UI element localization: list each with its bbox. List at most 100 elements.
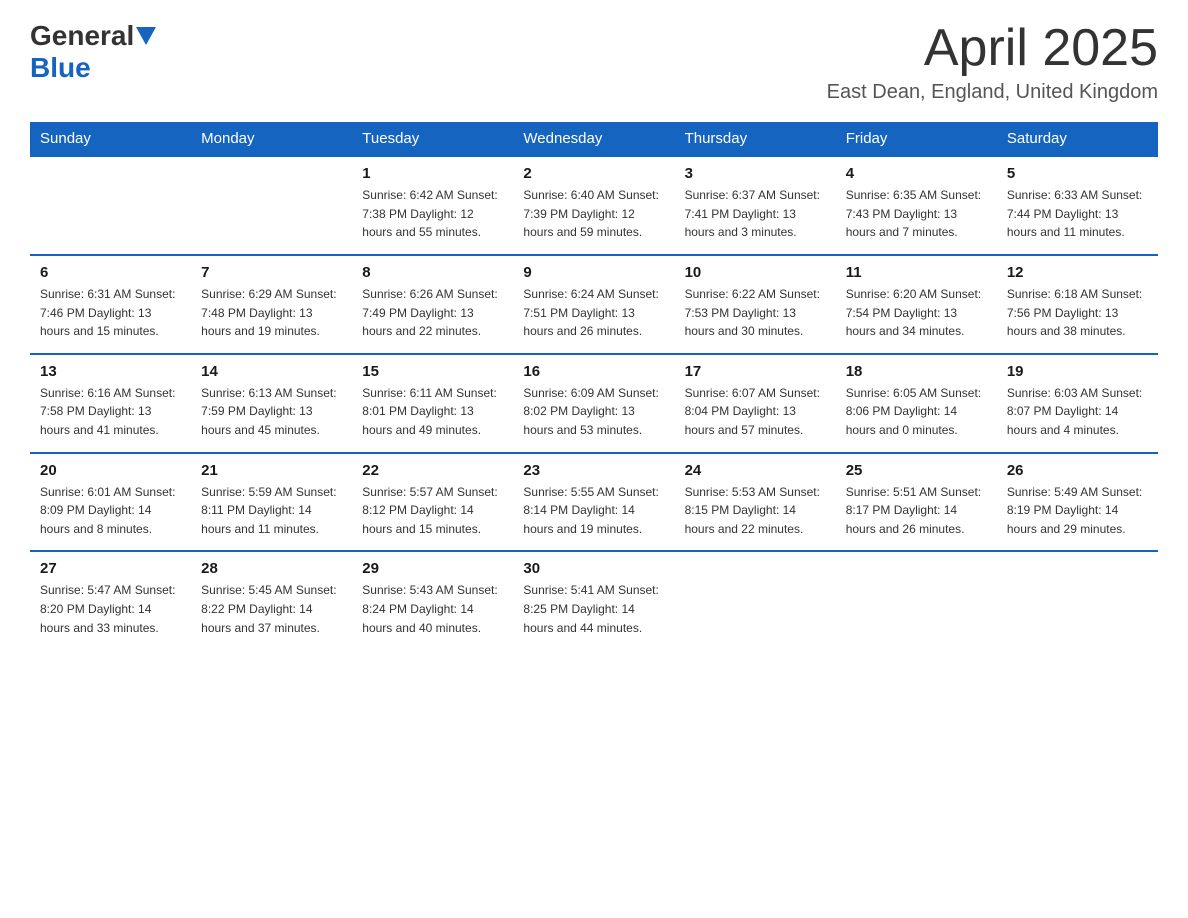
day-info: Sunrise: 6:03 AM Sunset: 8:07 PM Dayligh…: [1007, 384, 1148, 440]
day-number: 15: [362, 363, 503, 380]
calendar-cell: 27 Sunrise: 5:47 AM Sunset: 8:20 PM Dayli…: [30, 551, 191, 649]
calendar-cell: 29 Sunrise: 5:43 AM Sunset: 8:24 PM Dayli…: [352, 551, 513, 649]
day-info: Sunrise: 6:31 AM Sunset: 7:46 PM Dayligh…: [40, 285, 181, 341]
weekday-header-friday: Friday: [836, 122, 997, 156]
day-number: 6: [40, 264, 181, 281]
weekday-row: SundayMondayTuesdayWednesdayThursdayFrid…: [30, 122, 1158, 156]
week-row-4: 20 Sunrise: 6:01 AM Sunset: 8:09 PM Dayli…: [30, 453, 1158, 552]
day-info: Sunrise: 6:35 AM Sunset: 7:43 PM Dayligh…: [846, 186, 987, 242]
calendar-cell: 14Sunrise: 6:13 AM Sunset: 7:59 PM Dayli…: [191, 354, 352, 453]
day-info: Sunrise: 6:40 AM Sunset: 7:39 PM Dayligh…: [523, 186, 664, 242]
day-number: 24: [685, 462, 826, 479]
calendar-cell: [675, 551, 836, 649]
calendar-cell: 24 Sunrise: 5:53 AM Sunset: 8:15 PM Dayli…: [675, 453, 836, 552]
day-info: Sunrise: 5:59 AM Sunset: 8:11 PM Dayligh…: [201, 483, 342, 539]
day-number: 29: [362, 560, 503, 577]
day-number: 27: [40, 560, 181, 577]
day-number: 14: [201, 363, 342, 380]
day-info: Sunrise: 6:42 AM Sunset: 7:38 PM Dayligh…: [362, 186, 503, 242]
day-number: 23: [523, 462, 664, 479]
calendar-cell: 15 Sunrise: 6:11 AM Sunset: 8:01 PM Dayli…: [352, 354, 513, 453]
week-row-2: 6 Sunrise: 6:31 AM Sunset: 7:46 PM Daylig…: [30, 255, 1158, 354]
day-number: 3: [685, 165, 826, 182]
logo-general-text: General: [30, 20, 134, 52]
header: General Blue April 2025 East Dean, Engla…: [30, 20, 1158, 104]
day-number: 11: [846, 264, 987, 281]
calendar-cell: 25 Sunrise: 5:51 AM Sunset: 8:17 PM Dayli…: [836, 453, 997, 552]
day-number: 18: [846, 363, 987, 380]
day-info: Sunrise: 6:33 AM Sunset: 7:44 PM Dayligh…: [1007, 186, 1148, 242]
day-info: Sunrise: 6:16 AM Sunset: 7:58 PM Dayligh…: [40, 384, 181, 440]
weekday-header-saturday: Saturday: [997, 122, 1158, 156]
day-number: 5: [1007, 165, 1148, 182]
day-info: Sunrise: 6:26 AM Sunset: 7:49 PM Dayligh…: [362, 285, 503, 341]
day-info: Sunrise: 6:24 AM Sunset: 7:51 PM Dayligh…: [523, 285, 664, 341]
day-number: 12: [1007, 264, 1148, 281]
calendar-cell: 10Sunrise: 6:22 AM Sunset: 7:53 PM Dayli…: [675, 255, 836, 354]
calendar-cell: 19 Sunrise: 6:03 AM Sunset: 8:07 PM Dayli…: [997, 354, 1158, 453]
day-number: 4: [846, 165, 987, 182]
day-info: Sunrise: 6:29 AM Sunset: 7:48 PM Dayligh…: [201, 285, 342, 341]
calendar-cell: 2 Sunrise: 6:40 AM Sunset: 7:39 PM Daylig…: [513, 156, 674, 255]
day-info: Sunrise: 5:47 AM Sunset: 8:20 PM Dayligh…: [40, 581, 181, 637]
day-info: Sunrise: 6:22 AM Sunset: 7:53 PM Dayligh…: [685, 285, 826, 341]
calendar-header: SundayMondayTuesdayWednesdayThursdayFrid…: [30, 122, 1158, 156]
calendar-cell: 8 Sunrise: 6:26 AM Sunset: 7:49 PM Daylig…: [352, 255, 513, 354]
calendar-cell: 5 Sunrise: 6:33 AM Sunset: 7:44 PM Daylig…: [997, 156, 1158, 255]
day-number: 26: [1007, 462, 1148, 479]
calendar-cell: 4 Sunrise: 6:35 AM Sunset: 7:43 PM Daylig…: [836, 156, 997, 255]
weekday-header-monday: Monday: [191, 122, 352, 156]
logo: General Blue: [30, 20, 158, 84]
subtitle: East Dean, England, United Kingdom: [827, 81, 1158, 104]
day-number: 2: [523, 165, 664, 182]
day-number: 17: [685, 363, 826, 380]
logo-blue-text: Blue: [30, 52, 91, 84]
day-info: Sunrise: 5:55 AM Sunset: 8:14 PM Dayligh…: [523, 483, 664, 539]
calendar-cell: 30Sunrise: 5:41 AM Sunset: 8:25 PM Dayli…: [513, 551, 674, 649]
calendar-cell: [191, 156, 352, 255]
calendar-cell: 21Sunrise: 5:59 AM Sunset: 8:11 PM Dayli…: [191, 453, 352, 552]
day-info: Sunrise: 6:11 AM Sunset: 8:01 PM Dayligh…: [362, 384, 503, 440]
day-info: Sunrise: 6:05 AM Sunset: 8:06 PM Dayligh…: [846, 384, 987, 440]
week-row-3: 13 Sunrise: 6:16 AM Sunset: 7:58 PM Dayli…: [30, 354, 1158, 453]
calendar-cell: 9 Sunrise: 6:24 AM Sunset: 7:51 PM Daylig…: [513, 255, 674, 354]
week-row-5: 27 Sunrise: 5:47 AM Sunset: 8:20 PM Dayli…: [30, 551, 1158, 649]
logo-triangle-icon: [136, 27, 156, 45]
calendar-cell: 13 Sunrise: 6:16 AM Sunset: 7:58 PM Dayli…: [30, 354, 191, 453]
calendar-cell: 7Sunrise: 6:29 AM Sunset: 7:48 PM Daylig…: [191, 255, 352, 354]
day-number: 1: [362, 165, 503, 182]
day-info: Sunrise: 5:53 AM Sunset: 8:15 PM Dayligh…: [685, 483, 826, 539]
day-number: 13: [40, 363, 181, 380]
day-number: 20: [40, 462, 181, 479]
day-number: 9: [523, 264, 664, 281]
weekday-header-sunday: Sunday: [30, 122, 191, 156]
calendar-body: 1 Sunrise: 6:42 AM Sunset: 7:38 PM Daylig…: [30, 156, 1158, 649]
weekday-header-tuesday: Tuesday: [352, 122, 513, 156]
day-info: Sunrise: 5:49 AM Sunset: 8:19 PM Dayligh…: [1007, 483, 1148, 539]
day-number: 25: [846, 462, 987, 479]
calendar-cell: 23 Sunrise: 5:55 AM Sunset: 8:14 PM Dayli…: [513, 453, 674, 552]
day-number: 8: [362, 264, 503, 281]
day-info: Sunrise: 6:07 AM Sunset: 8:04 PM Dayligh…: [685, 384, 826, 440]
calendar-cell: 20 Sunrise: 6:01 AM Sunset: 8:09 PM Dayli…: [30, 453, 191, 552]
day-info: Sunrise: 6:18 AM Sunset: 7:56 PM Dayligh…: [1007, 285, 1148, 341]
calendar-cell: 22Sunrise: 5:57 AM Sunset: 8:12 PM Dayli…: [352, 453, 513, 552]
day-number: 28: [201, 560, 342, 577]
day-info: Sunrise: 5:51 AM Sunset: 8:17 PM Dayligh…: [846, 483, 987, 539]
calendar-cell: 3 Sunrise: 6:37 AM Sunset: 7:41 PM Daylig…: [675, 156, 836, 255]
day-info: Sunrise: 6:01 AM Sunset: 8:09 PM Dayligh…: [40, 483, 181, 539]
day-info: Sunrise: 6:37 AM Sunset: 7:41 PM Dayligh…: [685, 186, 826, 242]
day-info: Sunrise: 5:43 AM Sunset: 8:24 PM Dayligh…: [362, 581, 503, 637]
weekday-header-wednesday: Wednesday: [513, 122, 674, 156]
day-info: Sunrise: 5:45 AM Sunset: 8:22 PM Dayligh…: [201, 581, 342, 637]
day-info: Sunrise: 6:20 AM Sunset: 7:54 PM Dayligh…: [846, 285, 987, 341]
calendar-cell: 16Sunrise: 6:09 AM Sunset: 8:02 PM Dayli…: [513, 354, 674, 453]
calendar-cell: 11 Sunrise: 6:20 AM Sunset: 7:54 PM Dayli…: [836, 255, 997, 354]
calendar-cell: 6 Sunrise: 6:31 AM Sunset: 7:46 PM Daylig…: [30, 255, 191, 354]
day-number: 22: [362, 462, 503, 479]
day-number: 19: [1007, 363, 1148, 380]
page-title: April 2025: [827, 20, 1158, 77]
calendar-cell: 17 Sunrise: 6:07 AM Sunset: 8:04 PM Dayli…: [675, 354, 836, 453]
day-number: 16: [523, 363, 664, 380]
day-number: 30: [523, 560, 664, 577]
